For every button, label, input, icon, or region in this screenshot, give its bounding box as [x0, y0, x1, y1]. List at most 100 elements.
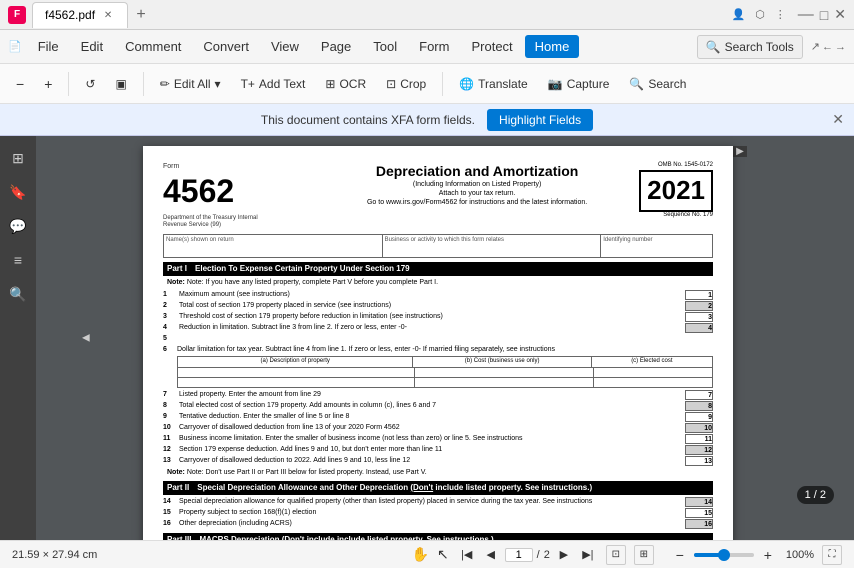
part-II-label: Part II	[167, 483, 189, 493]
col-data-row-2	[177, 378, 713, 388]
tab-area: f4562.pdf ✕ +	[32, 2, 725, 28]
status-bar: 21.59 × 27.94 cm ✋ ↖ |◀ ◀ / 2 ▶ ▶| ⊡ ⊞ −…	[0, 540, 854, 568]
sidebar-layers-icon[interactable]: ≡	[4, 246, 32, 274]
line-9-box: 9	[685, 412, 713, 422]
rotate-left-icon: ↺	[85, 77, 95, 91]
main-area: ⊞ 🔖 💬 ≡ 🔍 ◀ Form 4562 Department of the …	[0, 136, 854, 540]
file-icon: 📄	[8, 40, 22, 53]
maximize-btn[interactable]: □	[820, 7, 828, 23]
menu-form[interactable]: Form	[409, 35, 459, 58]
edit-all-btn[interactable]: ✏ Edit All ▾	[152, 73, 229, 95]
part-III-header: Part III MACRS Depreciation (Don't inclu…	[163, 533, 713, 540]
scroll-left-btn[interactable]: ◀	[82, 333, 90, 344]
menu-home[interactable]: Home	[525, 35, 580, 58]
name-label: Name(s) shown on return	[164, 235, 383, 257]
zoom-out-btn[interactable]: −	[8, 72, 32, 96]
user-icon: 👤	[731, 8, 745, 21]
line-14-row: 14 Special depreciation allowance for qu…	[163, 497, 713, 507]
menu-tool[interactable]: Tool	[363, 35, 407, 58]
select-tool-icon[interactable]: ↖	[437, 546, 449, 563]
zoom-slider[interactable]	[694, 553, 754, 557]
form-year: 2021	[639, 170, 713, 212]
next-page-btn[interactable]: ▶	[554, 545, 574, 565]
scroll-right-btn[interactable]: ▶	[733, 146, 747, 157]
app-icon: F	[8, 6, 26, 24]
crop-icon: ⊡	[386, 77, 396, 91]
zoom-out-status-btn[interactable]: −	[670, 545, 690, 565]
part-I-label: Part I	[167, 264, 187, 274]
menu-protect[interactable]: Protect	[461, 35, 522, 58]
menu-file[interactable]: File	[28, 35, 69, 58]
page-view-icon: ▣	[115, 77, 126, 91]
line-4-row: 4 Reduction in limitation. Subtract line…	[163, 323, 713, 333]
line-12-box: 12	[685, 445, 713, 455]
page-number-input[interactable]	[505, 548, 533, 562]
form-right-header: OMB No. 1545-0172 2021 Sequence No. 179	[639, 162, 713, 230]
close-btn[interactable]: ✕	[834, 6, 846, 23]
page-icon[interactable]: ▣	[107, 73, 134, 95]
business-label: Business or activity to which this form …	[383, 235, 602, 257]
menu-convert[interactable]: Convert	[193, 35, 259, 58]
prev-page-btn[interactable]: ◀	[481, 545, 501, 565]
sidebar-pages-icon[interactable]: ⊞	[4, 144, 32, 172]
form-attach-line: Attach to your tax return.	[325, 189, 629, 198]
back-icon[interactable]: ←	[822, 41, 833, 53]
line-3-box: 3	[685, 312, 713, 322]
line-12-row: 12 Section 179 expense deduction. Add li…	[163, 445, 713, 455]
menu-comment[interactable]: Comment	[115, 35, 191, 58]
highlight-fields-btn[interactable]: Highlight Fields	[487, 109, 593, 131]
minimize-btn[interactable]: —	[798, 6, 814, 24]
part-III-label: Part III	[167, 535, 191, 540]
zoom-in-btn[interactable]: +	[36, 72, 60, 96]
menu-page[interactable]: Page	[311, 35, 361, 58]
form-left-header: Form 4562 Department of the Treasury Int…	[163, 162, 315, 230]
forward-icon[interactable]: →	[835, 41, 846, 53]
dropdown-icon: ▾	[215, 77, 221, 91]
dept-label: Department of the Treasury Internal	[163, 215, 315, 223]
menu-edit[interactable]: Edit	[71, 35, 113, 58]
new-tab-btn[interactable]: +	[128, 2, 154, 28]
toolbar-sep-3	[442, 72, 443, 96]
translate-btn[interactable]: 🌐 Translate	[451, 73, 536, 95]
part-III-title: MACRS Depreciation (Don't include includ…	[199, 535, 493, 540]
active-tab[interactable]: f4562.pdf ✕	[32, 2, 128, 28]
menu-view[interactable]: View	[261, 35, 309, 58]
zoom-slider-thumb	[718, 549, 730, 561]
sidebar-bookmark-icon[interactable]: 🔖	[4, 178, 32, 206]
notification-close-btn[interactable]: ✕	[832, 111, 844, 128]
part-II-title: Special Depreciation Allowance and Other…	[197, 483, 592, 493]
page-slash: /	[537, 549, 540, 561]
search-tools-btn[interactable]: 🔍 Search Tools	[697, 35, 803, 59]
pencil-icon: ✏	[160, 77, 170, 91]
sidebar-search-icon[interactable]: 🔍	[4, 280, 32, 308]
total-pages: 2	[544, 549, 550, 561]
last-page-btn[interactable]: ▶|	[578, 545, 598, 565]
external-link-icon[interactable]: ↗	[811, 40, 820, 53]
identifying-label: Identifying number	[601, 235, 712, 257]
hand-tool-icon[interactable]: ✋	[412, 546, 429, 563]
line-1-row: 1 Maximum amount (see instructions) 1	[163, 290, 713, 300]
title-bar-left: F	[8, 6, 26, 24]
form-number: 4562	[163, 171, 315, 213]
add-text-btn[interactable]: T+ Add Text	[233, 73, 314, 95]
zoom-in-status-btn[interactable]: +	[758, 545, 778, 565]
line-5-row: 5	[163, 334, 713, 343]
line-7-row: 7 Listed property. Enter the amount from…	[163, 390, 713, 400]
capture-btn[interactable]: 📷 Capture	[540, 73, 618, 95]
sidebar-comment-icon[interactable]: 💬	[4, 212, 32, 240]
fit-width-btn[interactable]: ⊡	[606, 545, 626, 565]
line-9-row: 9 Tentative deduction. Enter the smaller…	[163, 412, 713, 422]
fullscreen-btn[interactable]: ⛶	[822, 545, 842, 565]
page-navigation: |◀ ◀ / 2 ▶ ▶|	[457, 545, 598, 565]
fit-page-btn[interactable]: ⊞	[634, 545, 654, 565]
part-II-header: Part II Special Depreciation Allowance a…	[163, 481, 713, 495]
ocr-btn[interactable]: ⊞ OCR	[317, 73, 374, 95]
crop-btn[interactable]: ⊡ Crop	[378, 73, 434, 95]
first-page-btn[interactable]: |◀	[457, 545, 477, 565]
menu-dots-icon: ⋮	[775, 8, 786, 21]
rotate-icon[interactable]: ↺	[77, 73, 103, 95]
page-dimensions: 21.59 × 27.94 cm	[12, 549, 404, 561]
notification-bar: This document contains XFA form fields. …	[0, 104, 854, 136]
search-btn[interactable]: 🔍 Search	[621, 73, 694, 95]
tab-close-btn[interactable]: ✕	[101, 8, 115, 22]
